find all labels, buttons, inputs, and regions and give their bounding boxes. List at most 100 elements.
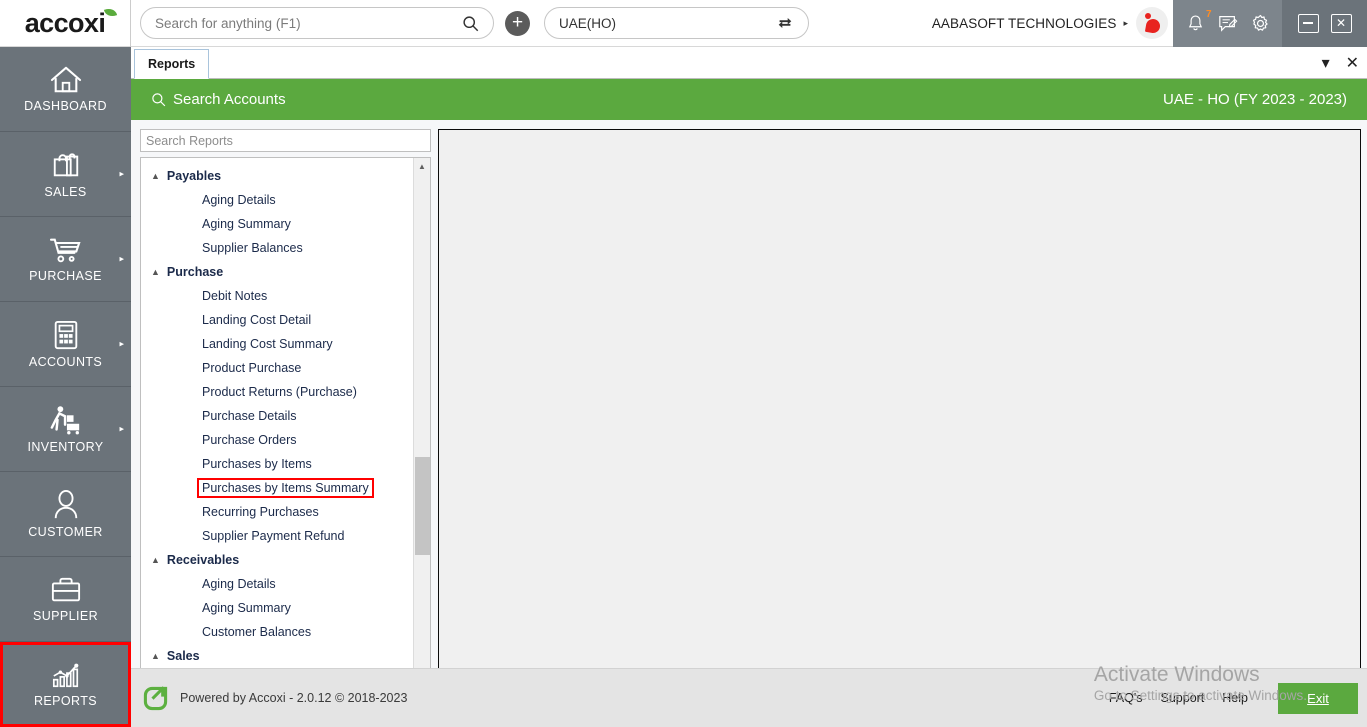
system-icons: 7: [1173, 0, 1282, 47]
tab-close-icon[interactable]: ✕: [1346, 53, 1359, 73]
report-group-label: Payables: [166, 169, 222, 183]
settings-gear-icon[interactable]: [1250, 13, 1271, 34]
exit-button-label: Exit: [1307, 690, 1329, 706]
bar-chart-icon: [52, 663, 78, 688]
footer: Powered by Accoxi - 2.0.12 © 2018-2023 F…: [131, 668, 1367, 727]
report-item-label: Landing Cost Summary: [202, 337, 333, 351]
notification-badge: 7: [1205, 8, 1212, 20]
chevron-up-icon[interactable]: ▲: [151, 267, 160, 277]
reports-search[interactable]: [140, 129, 431, 152]
chevron-up-icon[interactable]: ▲: [151, 651, 160, 661]
scrollbar-track[interactable]: [414, 175, 430, 662]
report-item[interactable]: Product Returns (Purchase): [141, 380, 413, 404]
page-header: Search Accounts UAE - HO (FY 2023 - 2023…: [131, 79, 1367, 120]
report-item[interactable]: Debit Notes: [141, 284, 413, 308]
branch-selector[interactable]: UAE(HO): [544, 7, 809, 39]
report-content-panel: [438, 129, 1361, 680]
sidebar-item-label: SALES: [44, 185, 87, 199]
report-item[interactable]: Aging Details: [141, 572, 413, 596]
company-caret-icon[interactable]: ▸: [1123, 18, 1128, 29]
switch-branch-icon[interactable]: [776, 14, 794, 32]
report-group-payables[interactable]: ▲ Payables: [141, 164, 413, 188]
sidebar-item-inventory[interactable]: INVENTORY ▸: [0, 387, 131, 472]
faq-link[interactable]: FAQ's: [1109, 691, 1143, 705]
app-logo: accoxi: [0, 0, 131, 47]
powered-by-text: Powered by Accoxi - 2.0.12 © 2018-2023: [180, 691, 408, 705]
search-input[interactable]: [155, 15, 462, 31]
report-group-purchase[interactable]: ▲ Purchase: [141, 260, 413, 284]
application-window: accoxi + UAE(HO) AABASOFT TECHNOLOGIES ▸: [0, 0, 1367, 727]
search-icon[interactable]: [462, 15, 479, 32]
report-group-label: Purchase: [166, 265, 224, 279]
briefcase-icon: [51, 577, 80, 602]
report-item-label: Purchases by Items: [202, 457, 312, 471]
report-item[interactable]: Supplier Balances: [141, 236, 413, 260]
report-item[interactable]: Supplier Payment Refund: [141, 524, 413, 548]
chevron-up-icon[interactable]: ▲: [151, 171, 160, 181]
report-item-label: Debit Notes: [202, 289, 268, 303]
minimize-button[interactable]: [1297, 13, 1319, 33]
leaf-accent-icon: [103, 6, 118, 18]
report-item[interactable]: Purchase Details: [141, 404, 413, 428]
sidebar-item-reports[interactable]: REPORTS: [0, 642, 131, 727]
report-item-label: Product Returns (Purchase): [202, 385, 357, 399]
report-item[interactable]: Purchases by Items Summary: [141, 476, 413, 500]
report-item[interactable]: Recurring Purchases: [141, 500, 413, 524]
sidebar-item-label: INVENTORY: [27, 440, 104, 454]
report-item[interactable]: Customer Balances: [141, 620, 413, 644]
report-item-label: Supplier Payment Refund: [202, 529, 345, 543]
scrollbar-thumb[interactable]: [415, 457, 430, 555]
chevron-right-icon: ▸: [119, 253, 124, 264]
report-item[interactable]: Purchase Orders: [141, 428, 413, 452]
scroll-up-icon[interactable]: ▲: [414, 158, 430, 175]
shopping-cart-icon: [49, 238, 81, 263]
report-item-label: Aging Details: [202, 193, 276, 207]
tab-reports[interactable]: Reports: [134, 49, 210, 79]
reports-scrollbar[interactable]: ▲ ▼: [413, 158, 430, 679]
message-icon[interactable]: [1217, 13, 1239, 33]
report-group-sales[interactable]: ▲ Sales: [141, 644, 413, 668]
report-item[interactable]: Aging Details: [141, 188, 413, 212]
app-logo-text: accoxi: [24, 7, 106, 38]
support-link[interactable]: Support: [1161, 691, 1205, 705]
tab-list-dropdown-icon[interactable]: ▾: [1322, 53, 1330, 73]
reports-search-input[interactable]: [146, 133, 425, 148]
report-item[interactable]: Landing Cost Detail: [141, 308, 413, 332]
report-item[interactable]: Aging Summary: [141, 596, 413, 620]
report-group-receivables[interactable]: ▲ Receivables: [141, 548, 413, 572]
sidebar-item-supplier[interactable]: SUPPLIER: [0, 557, 131, 642]
report-group-label: Sales: [166, 649, 200, 663]
report-item-label: Aging Summary: [202, 601, 291, 615]
chevron-up-icon[interactable]: ▲: [151, 555, 160, 565]
report-item-label: Customer Balances: [202, 625, 312, 639]
notification-bell-icon[interactable]: 7: [1185, 9, 1212, 34]
reports-list: ▲ Payables Aging Details Aging Summary Suppl…: [140, 157, 431, 680]
window-controls: ✕: [1282, 0, 1367, 47]
sidebar-item-label: ACCOUNTS: [28, 355, 103, 369]
sidebar-item-dashboard[interactable]: DASHBOARD: [0, 47, 131, 132]
report-item[interactable]: Aging Summary: [141, 212, 413, 236]
report-item-label: Aging Details: [202, 577, 276, 591]
company-name: AABASOFT TECHNOLOGIES: [931, 15, 1117, 31]
sidebar-item-sales[interactable]: SALES ▸: [0, 132, 131, 217]
footer-links: FAQ's Support Help Exit: [1109, 682, 1367, 714]
add-new-button[interactable]: +: [505, 10, 530, 36]
workspace: Reports ▾ ✕ Search Accounts UAE - HO (FY…: [131, 47, 1367, 727]
help-link[interactable]: Help: [1222, 691, 1248, 705]
calculator-icon: [54, 320, 77, 350]
close-button[interactable]: ✕: [1330, 13, 1352, 33]
sidebar-item-label: SUPPLIER: [32, 609, 99, 623]
company-logo-icon: [1136, 7, 1168, 39]
sidebar-item-accounts[interactable]: ACCOUNTS ▸: [0, 302, 131, 387]
global-search[interactable]: [140, 7, 494, 39]
report-item[interactable]: Purchases by Items: [141, 452, 413, 476]
exit-button[interactable]: Exit: [1278, 682, 1358, 714]
reports-scroll-view: ▲ Payables Aging Details Aging Summary Suppl…: [141, 158, 413, 679]
branch-value: UAE(HO): [559, 15, 616, 31]
report-item[interactable]: Landing Cost Summary: [141, 332, 413, 356]
company-area[interactable]: AABASOFT TECHNOLOGIES ▸: [932, 0, 1173, 47]
report-item[interactable]: Product Purchase: [141, 356, 413, 380]
sidebar-item-customer[interactable]: CUSTOMER: [0, 472, 131, 557]
sidebar-item-purchase[interactable]: PURCHASE ▸: [0, 217, 131, 302]
sidebar-item-label: REPORTS: [34, 694, 97, 708]
